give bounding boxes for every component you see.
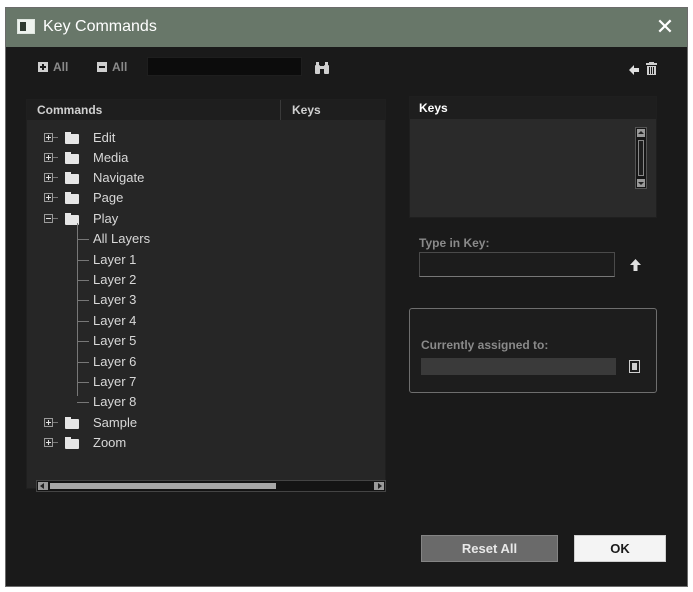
tree-item-page[interactable]: Page — [27, 188, 357, 208]
scroll-left-icon[interactable] — [38, 482, 48, 490]
reset-all-button[interactable]: Reset All — [421, 535, 558, 562]
expand-plus-icon[interactable] — [44, 193, 53, 202]
tree-item-label: Navigate — [93, 170, 145, 185]
scroll-up-icon[interactable] — [637, 129, 645, 137]
scroll-thumb[interactable] — [50, 483, 276, 489]
currently-assigned-field — [421, 358, 616, 375]
tree-item-label: Layer 7 — [93, 374, 137, 389]
folder-icon — [65, 132, 79, 144]
expand-plus-icon[interactable] — [44, 173, 53, 182]
search-input[interactable] — [147, 57, 302, 76]
tree-item-zoom[interactable]: Zoom — [27, 433, 357, 453]
folder-icon — [65, 437, 79, 449]
tree-item-all-layers[interactable]: All Layers — [27, 229, 357, 249]
tree-item-layer-3[interactable]: Layer 3 — [27, 290, 357, 310]
collapse-all-button[interactable]: All — [97, 60, 127, 76]
tree-item-label: Layer 4 — [93, 313, 137, 328]
keys-header: Keys — [410, 97, 656, 119]
window-title: Key Commands — [43, 18, 157, 35]
tree-item-label: Page — [93, 190, 124, 205]
folder-icon — [65, 417, 79, 429]
collapse-minus-icon[interactable] — [44, 214, 53, 223]
expand-plus-icon[interactable] — [44, 418, 53, 427]
commands-tree-panel: Commands Keys Edit Media Navigate Page P… — [26, 99, 386, 489]
minus-square-icon — [97, 61, 107, 72]
folder-icon — [65, 172, 79, 184]
horizontal-scrollbar[interactable] — [36, 480, 386, 492]
collapse-all-label: All — [112, 60, 128, 74]
tree-item-layer-6[interactable]: Layer 6 — [27, 352, 357, 372]
plus-square-icon — [38, 61, 48, 72]
arrow-left-icon[interactable] — [628, 63, 640, 81]
tree-item-edit[interactable]: Edit — [27, 128, 357, 148]
tree-item-label: All Layers — [93, 231, 151, 246]
keys-list-panel: Keys — [409, 96, 657, 218]
tree-item-label: Media — [93, 150, 129, 165]
column-header-keys[interactable]: Keys — [292, 100, 321, 120]
arrow-up-icon[interactable] — [630, 258, 641, 276]
trash-icon[interactable] — [646, 62, 657, 80]
type-in-key-field[interactable] — [419, 252, 615, 277]
expand-all-label: All — [53, 60, 69, 74]
tree-item-layer-8[interactable]: Layer 8 — [27, 392, 357, 412]
tree-item-label: Layer 2 — [93, 272, 137, 287]
close-button[interactable]: ✕ — [653, 15, 677, 39]
column-header-commands[interactable]: Commands — [37, 100, 102, 120]
vertical-scrollbar[interactable] — [635, 127, 647, 189]
expand-plus-icon[interactable] — [44, 153, 53, 162]
folder-icon — [65, 152, 79, 164]
tree-item-label: Layer 6 — [93, 354, 137, 369]
tree-item-navigate[interactable]: Navigate — [27, 168, 357, 188]
tree-item-label: Layer 8 — [93, 394, 137, 409]
tree-item-label: Sample — [93, 415, 138, 430]
tree-item-label: Edit — [93, 130, 116, 145]
scroll-thumb[interactable] — [638, 140, 644, 176]
tree-item-sample[interactable]: Sample — [27, 413, 357, 433]
app-window-icon — [17, 19, 35, 34]
expand-plus-icon[interactable] — [44, 438, 53, 447]
tree-item-label: Zoom — [93, 435, 127, 450]
tree-item-layer-2[interactable]: Layer 2 — [27, 270, 357, 290]
scroll-down-icon[interactable] — [637, 179, 645, 187]
currently-assigned-group: Currently assigned to: — [409, 308, 657, 393]
currently-assigned-label: Currently assigned to: — [421, 338, 549, 352]
folder-icon — [65, 192, 79, 204]
go-to-icon[interactable] — [629, 360, 640, 378]
scroll-right-icon[interactable] — [374, 482, 384, 490]
tree-item-layer-5[interactable]: Layer 5 — [27, 331, 357, 351]
tree-item-layer-7[interactable]: Layer 7 — [27, 372, 357, 392]
title-bar: Key Commands ✕ — [6, 8, 687, 47]
header-divider — [280, 100, 281, 120]
expand-plus-icon[interactable] — [44, 133, 53, 142]
expand-all-button[interactable]: All — [38, 60, 68, 76]
tree-item-label: Layer 5 — [93, 333, 137, 348]
tree-item-label: Layer 1 — [93, 252, 137, 267]
type-in-key-label: Type in Key: — [419, 236, 490, 250]
ok-button[interactable]: OK — [574, 535, 666, 562]
binoculars-icon[interactable] — [314, 61, 330, 80]
tree-item-media[interactable]: Media — [27, 148, 357, 168]
tree-item-label: Play — [93, 211, 119, 226]
commands-header: Commands Keys — [27, 100, 385, 120]
tree-item-layer-4[interactable]: Layer 4 — [27, 311, 357, 331]
tree-item-layer-1[interactable]: Layer 1 — [27, 250, 357, 270]
tree-item-label: Layer 3 — [93, 292, 137, 307]
